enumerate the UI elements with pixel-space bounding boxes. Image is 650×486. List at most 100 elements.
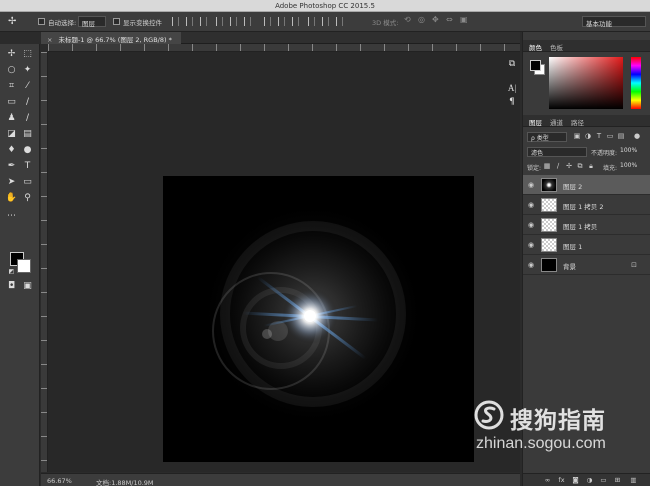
quick-mask-icon[interactable]: ◘ [5, 280, 18, 292]
clone-stamp-icon[interactable]: ♟ [5, 112, 18, 124]
lock-pixels-icon[interactable]: ∕ [554, 162, 562, 171]
align-right-icon[interactable] [244, 17, 251, 26]
layers-panel-footer: ∞ fx ◙ ◑ ▭ ⊞ ▥ [523, 473, 650, 486]
document-tab[interactable]: × 未标题-1 @ 66.7% (图层 2, RGB/8) * [41, 32, 181, 44]
layer-row[interactable]: ◉ 图层 2 [523, 175, 650, 195]
scale-3d-icon[interactable]: ▣ [460, 15, 468, 24]
visibility-eye-icon[interactable]: ◉ [528, 221, 537, 229]
history-brush-icon[interactable]: ∕ [21, 112, 34, 124]
layer-row[interactable]: ◉ 图层 1 拷贝 2 [523, 195, 650, 215]
fill-label: 填充: [603, 165, 618, 172]
tab-swatches[interactable]: 色板 [550, 42, 563, 52]
shape-tool-icon[interactable]: ▭ [21, 176, 34, 188]
mask-icon[interactable]: ◙ [571, 476, 580, 485]
move-icon[interactable]: ✢ [8, 16, 20, 28]
filter-toggle-icon[interactable]: ● [633, 132, 641, 141]
lasso-tool-icon[interactable]: ○ [5, 64, 18, 76]
trash-icon[interactable]: ▥ [629, 476, 638, 485]
align-bottom-icon[interactable] [200, 17, 207, 26]
eraser-icon[interactable]: ◪ [5, 128, 18, 140]
zoom-tool-icon[interactable]: ⚲ [21, 192, 34, 204]
layer-name: 图层 1 拷贝 2 [563, 203, 604, 211]
blur-tool-icon[interactable]: ♦ [5, 144, 18, 156]
magic-wand-icon[interactable]: ✦ [21, 64, 34, 76]
screen-mode-icon[interactable]: ▣ [21, 280, 34, 292]
color-fg-swatch[interactable] [530, 60, 541, 71]
filter-shape-icon[interactable]: ▭ [606, 132, 614, 141]
fx-icon[interactable]: fx [557, 476, 566, 485]
auto-select-checkbox[interactable] [38, 18, 45, 25]
opacity-value[interactable]: 100% [620, 147, 637, 154]
align-hcenter-icon[interactable] [230, 17, 237, 26]
layer-filter-dropdown[interactable]: ρ 类型 [527, 132, 567, 142]
blend-mode-dropdown[interactable]: 滤色 [527, 147, 587, 157]
pan-3d-icon[interactable]: ✥ [432, 15, 439, 24]
paragraph-panel-icon[interactable]: ¶ [506, 96, 518, 108]
eyedropper-icon[interactable]: ⁄ [21, 80, 34, 92]
fill-value[interactable]: 100% [620, 162, 637, 169]
color-picker-field[interactable] [549, 57, 623, 109]
character-panel-icon[interactable]: A| [506, 82, 518, 94]
adjustment-icon[interactable]: ◑ [585, 476, 594, 485]
close-tab-icon[interactable]: × [47, 36, 52, 44]
filter-smart-icon[interactable]: ▤ [617, 132, 625, 141]
brush-tool-icon[interactable]: ∕ [21, 96, 34, 108]
group-icon[interactable]: ▭ [599, 476, 608, 485]
align-vcenter-icon[interactable] [186, 17, 193, 26]
dodge-tool-icon[interactable]: ● [21, 144, 34, 156]
lock-transparent-icon[interactable]: ▦ [543, 162, 551, 171]
tab-paths[interactable]: 路径 [571, 117, 584, 127]
lock-artboard-icon[interactable]: ⧉ [576, 162, 584, 171]
visibility-eye-icon[interactable]: ◉ [528, 241, 537, 249]
workspace-dropdown[interactable]: 基本功能 [582, 16, 646, 28]
roll-3d-icon[interactable]: ◎ [418, 15, 425, 24]
filter-adjustment-icon[interactable]: ◑ [584, 132, 592, 141]
healing-brush-icon[interactable]: ▭ [5, 96, 18, 108]
hue-slider[interactable] [631, 57, 641, 109]
layer-row[interactable]: ◉ 背景 ⊡ [523, 255, 650, 275]
slide-3d-icon[interactable]: ⇔ [446, 15, 453, 24]
distribute-top-icon[interactable] [264, 17, 271, 26]
crop-tool-icon[interactable]: ⌗ [5, 80, 18, 92]
align-left-icon[interactable] [216, 17, 223, 26]
new-layer-icon[interactable]: ⊞ [613, 476, 622, 485]
gradient-icon[interactable]: ▤ [21, 128, 34, 140]
link-icon[interactable]: ∞ [543, 476, 552, 485]
distribute-left-icon[interactable] [308, 17, 315, 26]
marquee-tool-icon[interactable]: ⬚ [21, 48, 34, 60]
zoom-level[interactable]: 66.67% [47, 477, 72, 485]
hand-tool-icon[interactable]: ✋ [5, 192, 18, 204]
layer-row[interactable]: ◉ 图层 1 [523, 235, 650, 255]
default-colors-icon[interactable]: ◩ [5, 266, 18, 278]
pen-tool-icon[interactable]: ✒ [5, 160, 18, 172]
show-transform-checkbox[interactable] [113, 18, 120, 25]
lock-position-icon[interactable]: ✢ [565, 162, 573, 171]
tab-channels[interactable]: 通道 [550, 117, 563, 127]
distribute-vcenter-icon[interactable] [278, 17, 285, 26]
visibility-eye-icon[interactable]: ◉ [528, 261, 537, 269]
rotate-3d-icon[interactable]: ⟲ [404, 15, 411, 24]
path-selection-icon[interactable]: ➤ [5, 176, 18, 188]
document-canvas[interactable] [163, 176, 474, 462]
distribute-right-icon[interactable] [336, 17, 343, 26]
lock-all-icon[interactable]: 🔒︎ [587, 162, 595, 171]
canvas-workspace[interactable] [48, 52, 520, 472]
auto-select-dropdown[interactable]: 图层 [78, 16, 106, 28]
visibility-eye-icon[interactable]: ◉ [528, 181, 537, 189]
distribute-hcenter-icon[interactable] [322, 17, 329, 26]
filter-pixel-icon[interactable]: ▣ [573, 132, 581, 141]
tab-color[interactable]: 颜色 [529, 42, 542, 52]
filter-type-icon[interactable]: T [595, 132, 603, 141]
visibility-eye-icon[interactable]: ◉ [528, 201, 537, 209]
document-info[interactable]: 文档:1.88M/10.9M [96, 477, 154, 486]
background-color-swatch[interactable] [17, 259, 31, 273]
move-tool-icon[interactable]: ✢ [5, 48, 18, 60]
history-panel-icon[interactable]: ⧉ [506, 58, 518, 70]
more-tools-icon[interactable]: ⋯ [5, 210, 18, 222]
type-tool-icon[interactable]: T [21, 160, 34, 172]
distribute-bottom-icon[interactable] [292, 17, 299, 26]
align-top-icon[interactable] [172, 17, 179, 26]
layer-thumbnail [541, 198, 557, 212]
tab-layers[interactable]: 图层 [529, 117, 542, 127]
layer-row[interactable]: ◉ 图层 1 拷贝 [523, 215, 650, 235]
